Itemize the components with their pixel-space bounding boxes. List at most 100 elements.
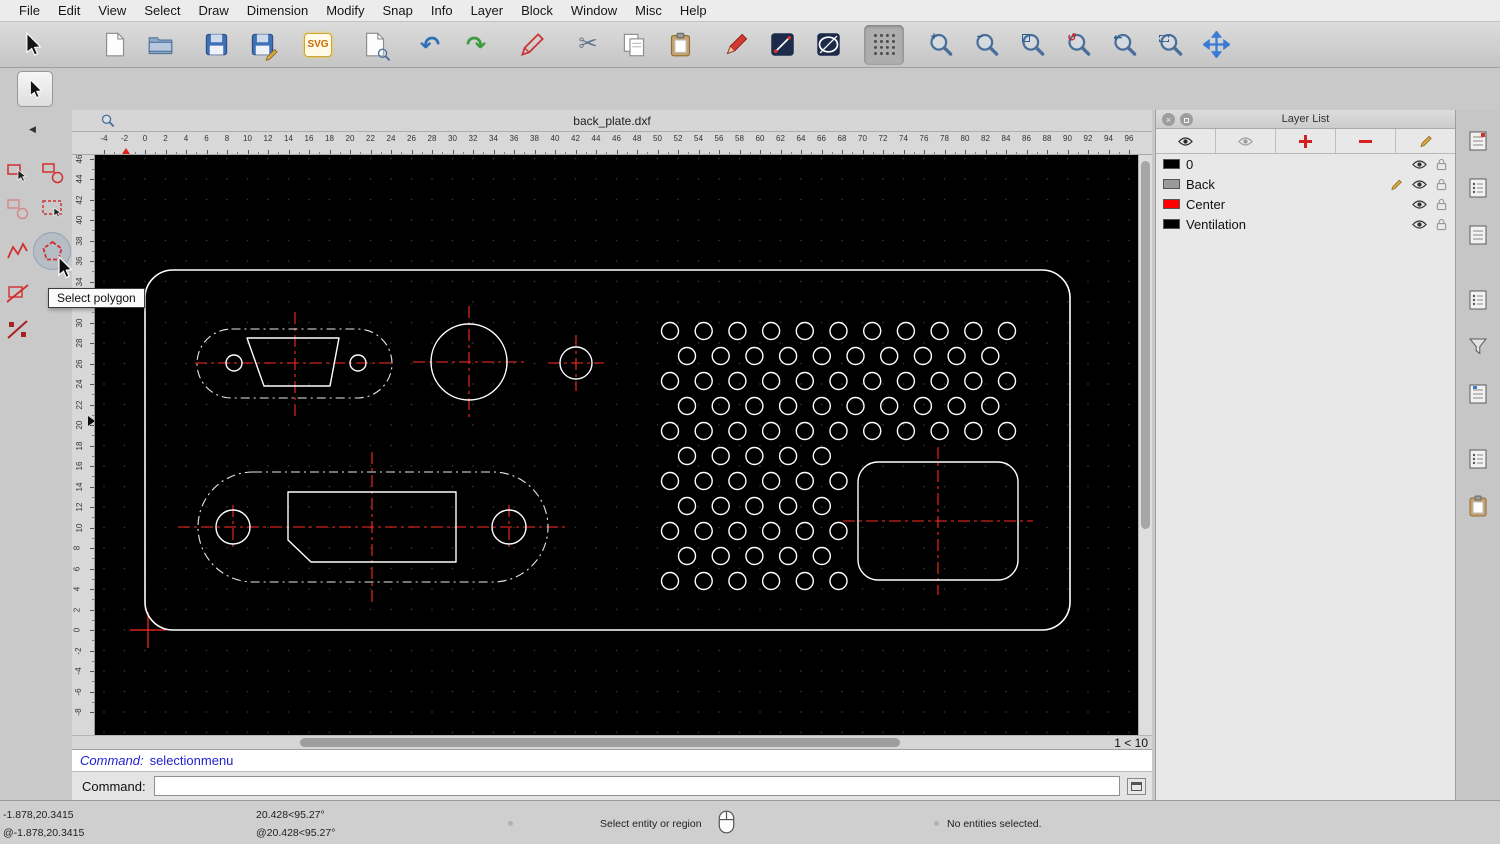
vertical-scrollbar-thumb[interactable] (1141, 161, 1150, 529)
menu-view[interactable]: View (89, 3, 135, 18)
layer-visibility-icon[interactable] (1412, 218, 1427, 231)
relative-coordinate: @-1.878,20.3415 (3, 827, 85, 840)
h-ruler-label: 68 (837, 134, 847, 143)
h-ruler-label: 4 (183, 134, 189, 143)
cut-button[interactable] (568, 25, 608, 65)
layer-toolbar (1156, 129, 1455, 154)
select-contour-button[interactable] (2, 236, 32, 266)
drawing-canvas[interactable] (95, 155, 1138, 735)
block-list-panel-button[interactable] (1460, 218, 1496, 252)
layer-lock-icon[interactable] (1436, 198, 1447, 211)
menu-layer[interactable]: Layer (462, 3, 513, 18)
line-tool-button[interactable] (762, 25, 802, 65)
layer-row-center[interactable]: Center (1156, 194, 1455, 214)
select-single-entity-button[interactable] (2, 157, 32, 187)
vertical-scrollbar[interactable] (1138, 155, 1152, 735)
cad-drawing[interactable] (95, 155, 1138, 735)
layer-lock-icon[interactable] (1436, 178, 1447, 191)
panel-detach-button[interactable] (1180, 113, 1193, 126)
zoom-in-button[interactable] (920, 25, 960, 65)
save-as-button[interactable] (242, 25, 282, 65)
open-folder-icon (147, 31, 174, 58)
menu-misc[interactable]: Misc (626, 3, 671, 18)
zoom-redraw-button[interactable] (1058, 25, 1098, 65)
h-ruler-label: 52 (673, 134, 683, 143)
edit-layer-button[interactable] (1396, 129, 1455, 153)
print-preview-button[interactable] (354, 25, 394, 65)
selection-pointer-button[interactable] (12, 25, 52, 65)
palette-collapse-handle[interactable]: ◀ (29, 125, 36, 135)
layer-lock-icon[interactable] (1436, 218, 1447, 231)
layer-row-back[interactable]: Back (1156, 174, 1455, 194)
redo-button[interactable] (456, 25, 496, 65)
layer-lock-icon[interactable] (1436, 158, 1447, 171)
menu-window[interactable]: Window (562, 3, 626, 18)
zoom-window-button[interactable] (1150, 25, 1190, 65)
zoom-out-button[interactable] (966, 25, 1006, 65)
menu-snap[interactable]: Snap (374, 3, 422, 18)
paste-button[interactable] (660, 25, 700, 65)
layer-list-panel-button[interactable] (1460, 171, 1496, 205)
copy-button[interactable] (614, 25, 654, 65)
select-intersected-button[interactable] (2, 278, 32, 308)
menu-select[interactable]: Select (135, 3, 189, 18)
menu-file[interactable]: File (10, 3, 49, 18)
magnifier-badge-icon (376, 47, 391, 62)
eye-closed-icon (1238, 135, 1253, 148)
layer-visibility-icon[interactable] (1412, 198, 1427, 211)
panel-close-button[interactable]: × (1162, 113, 1175, 126)
menu-modify[interactable]: Modify (317, 3, 373, 18)
v-ruler-label: -2 (74, 646, 84, 655)
property-editor-panel-button[interactable] (1460, 124, 1496, 158)
horizontal-scrollbar-thumb[interactable] (300, 738, 900, 747)
menu-dimension[interactable]: Dimension (238, 3, 317, 18)
command-history-label: Command: (80, 753, 144, 768)
h-ruler-label: -2 (120, 134, 129, 143)
layer-visibility-icon[interactable] (1412, 178, 1427, 191)
new-document-button[interactable] (94, 25, 134, 65)
zoom-auto-button[interactable] (1012, 25, 1052, 65)
ellipse-tool-button[interactable] (808, 25, 848, 65)
command-input[interactable] (153, 776, 1120, 796)
layer-row-ventilation[interactable]: Ventilation (1156, 214, 1455, 234)
grid-toggle-button[interactable] (864, 24, 904, 65)
v-ruler-label: -8 (74, 708, 84, 716)
deselect-all-button[interactable] (2, 193, 32, 223)
layer-row-0[interactable]: 0 (1156, 154, 1455, 174)
show-all-layers-button[interactable] (1156, 129, 1216, 153)
draw-pen-button[interactable] (716, 25, 756, 65)
active-tool-button[interactable] (17, 71, 53, 107)
menu-block[interactable]: Block (512, 3, 562, 18)
undo-button[interactable] (410, 25, 450, 65)
document-titlebar[interactable]: back_plate.dxf (72, 110, 1152, 132)
command-options-button[interactable] (1127, 777, 1146, 795)
menu-help[interactable]: Help (671, 3, 716, 18)
pan-button[interactable] (1196, 25, 1236, 65)
clipboard-panel-button[interactable] (1460, 489, 1496, 523)
open-document-button[interactable] (140, 25, 180, 65)
v-ruler-label: 0 (72, 627, 82, 633)
layer-visibility-icon[interactable] (1412, 158, 1427, 171)
svg-export-button[interactable]: SVG (298, 25, 338, 65)
select-all-button[interactable] (37, 157, 67, 187)
selection-filter-panel-button[interactable] (1460, 330, 1496, 364)
select-window-button[interactable] (37, 193, 67, 223)
hide-all-layers-button[interactable] (1216, 129, 1276, 153)
h-ruler-label: 32 (468, 134, 478, 143)
save-button[interactable] (196, 25, 236, 65)
menu-edit[interactable]: Edit (49, 3, 89, 18)
red-pen-icon (723, 31, 750, 58)
horizontal-scrollbar[interactable]: 1 < 10 (72, 735, 1152, 750)
add-layer-button[interactable] (1276, 129, 1336, 153)
zoom-previous-button[interactable] (1104, 25, 1144, 65)
view-list-panel-button[interactable] (1460, 283, 1496, 317)
menu-draw[interactable]: Draw (189, 3, 237, 18)
h-ruler-label: 10 (243, 134, 252, 143)
command-line-panel-button[interactable] (1460, 442, 1496, 476)
h-ruler-label: 12 (263, 134, 273, 143)
edit-entity-button[interactable] (512, 25, 552, 65)
deselect-intersected-button[interactable] (2, 314, 32, 344)
library-browser-panel-button[interactable] (1460, 377, 1496, 411)
remove-layer-button[interactable] (1336, 129, 1396, 153)
menu-info[interactable]: Info (422, 3, 462, 18)
